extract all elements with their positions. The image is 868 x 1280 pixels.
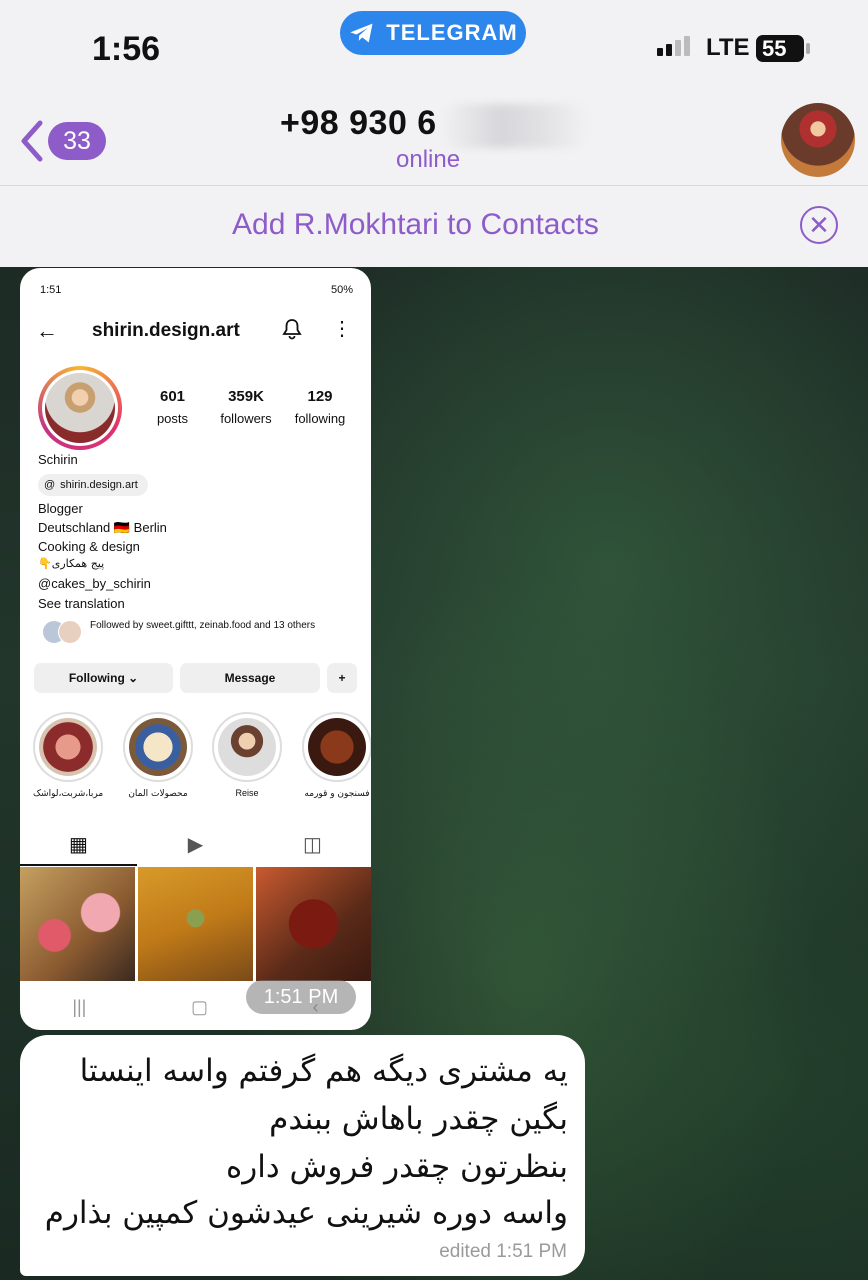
message-line: واسه دوره شیرینی عیدشون کمپین بذارم	[44, 1195, 568, 1231]
reels-icon: ▶	[187, 834, 204, 856]
ig-profile-avatar	[38, 366, 122, 450]
tagged-icon: ◫	[303, 834, 322, 856]
image-message[interactable]: 1:51 50% ← shirin.design.art ⋮ 601 posts …	[20, 268, 371, 1030]
battery-level: 55	[762, 35, 787, 61]
chat-status: online	[396, 146, 461, 173]
post-thumbnail	[138, 867, 253, 981]
more-icon: ⋮	[332, 318, 352, 340]
bio-line: Blogger	[38, 501, 83, 516]
threads-badge: @ shirin.design.art	[38, 474, 148, 496]
bio-line: Deutschland 🇩🇪 Berlin	[38, 520, 167, 535]
bio-line: @cakes_by_schirin	[38, 576, 151, 591]
bell-icon	[282, 319, 302, 340]
signal-icon	[657, 36, 690, 56]
post-thumbnail	[20, 867, 135, 981]
highlight: Reise	[212, 712, 282, 798]
image-timestamp: 1:51 PM	[246, 980, 356, 1014]
telegram-pill-label: TELEGRAM	[386, 20, 518, 45]
tab-indicator	[20, 864, 137, 866]
stat-posts: 601 posts	[156, 388, 189, 426]
threads-icon: @	[44, 479, 56, 491]
unread-badge[interactable]: 33	[48, 122, 106, 160]
stat-following: 129 following	[294, 388, 346, 426]
ig-following-button: Following ⌄	[34, 663, 173, 693]
network-label: LTE	[706, 34, 750, 61]
stat-followers: 359K followers	[220, 388, 272, 426]
battery-icon: 55	[756, 35, 810, 62]
message-line: بگین چقدر باهاش ببندم	[269, 1101, 568, 1137]
post-thumbnail	[256, 867, 371, 981]
highlight: مربا،شربت،لواشک	[33, 712, 103, 799]
highlight: فسنجون و قورمه	[302, 712, 371, 799]
add-person-icon: +	[327, 663, 357, 693]
telegram-pill[interactable]: TELEGRAM	[340, 11, 526, 55]
bio-line: See translation	[38, 596, 125, 611]
message-meta: edited 1:51 PM	[439, 1241, 567, 1262]
phone-battery: 50%	[330, 284, 353, 296]
arrow-left-icon: ←	[36, 318, 58, 343]
ig-tabs: ▦ ▶ ◫	[20, 828, 371, 864]
grid-icon: ▦	[69, 834, 88, 856]
followed-by: Followed by sweet.gifttt, zeinab.food an…	[42, 620, 352, 644]
contact-avatar[interactable]	[781, 103, 855, 177]
bio-line: 👇پیج همکاری	[38, 557, 105, 570]
phone-time: 1:51	[40, 284, 62, 296]
close-icon[interactable]: ✕	[800, 206, 838, 244]
highlight: محصولات المان	[123, 712, 193, 799]
chat-title[interactable]: +98 930 6	[280, 104, 437, 143]
ig-message-button: Message	[180, 663, 320, 693]
telegram-icon	[350, 23, 373, 43]
message-line: بنظرتون چقدر فروش داره	[226, 1149, 568, 1185]
redaction-blur	[440, 104, 590, 148]
ig-name: Schirin	[38, 452, 78, 467]
status-time: 1:56	[92, 30, 161, 68]
ig-username: shirin.design.art	[92, 320, 240, 341]
bio-line: Cooking & design	[38, 539, 140, 554]
text-message[interactable]: یه مشتری دیگه هم گرفتم واسه اینستا بگین …	[20, 1035, 585, 1276]
add-contact-button[interactable]: Add R.Mokhtari to Contacts	[232, 208, 599, 242]
message-line: یه مشتری دیگه هم گرفتم واسه اینستا	[79, 1053, 568, 1089]
